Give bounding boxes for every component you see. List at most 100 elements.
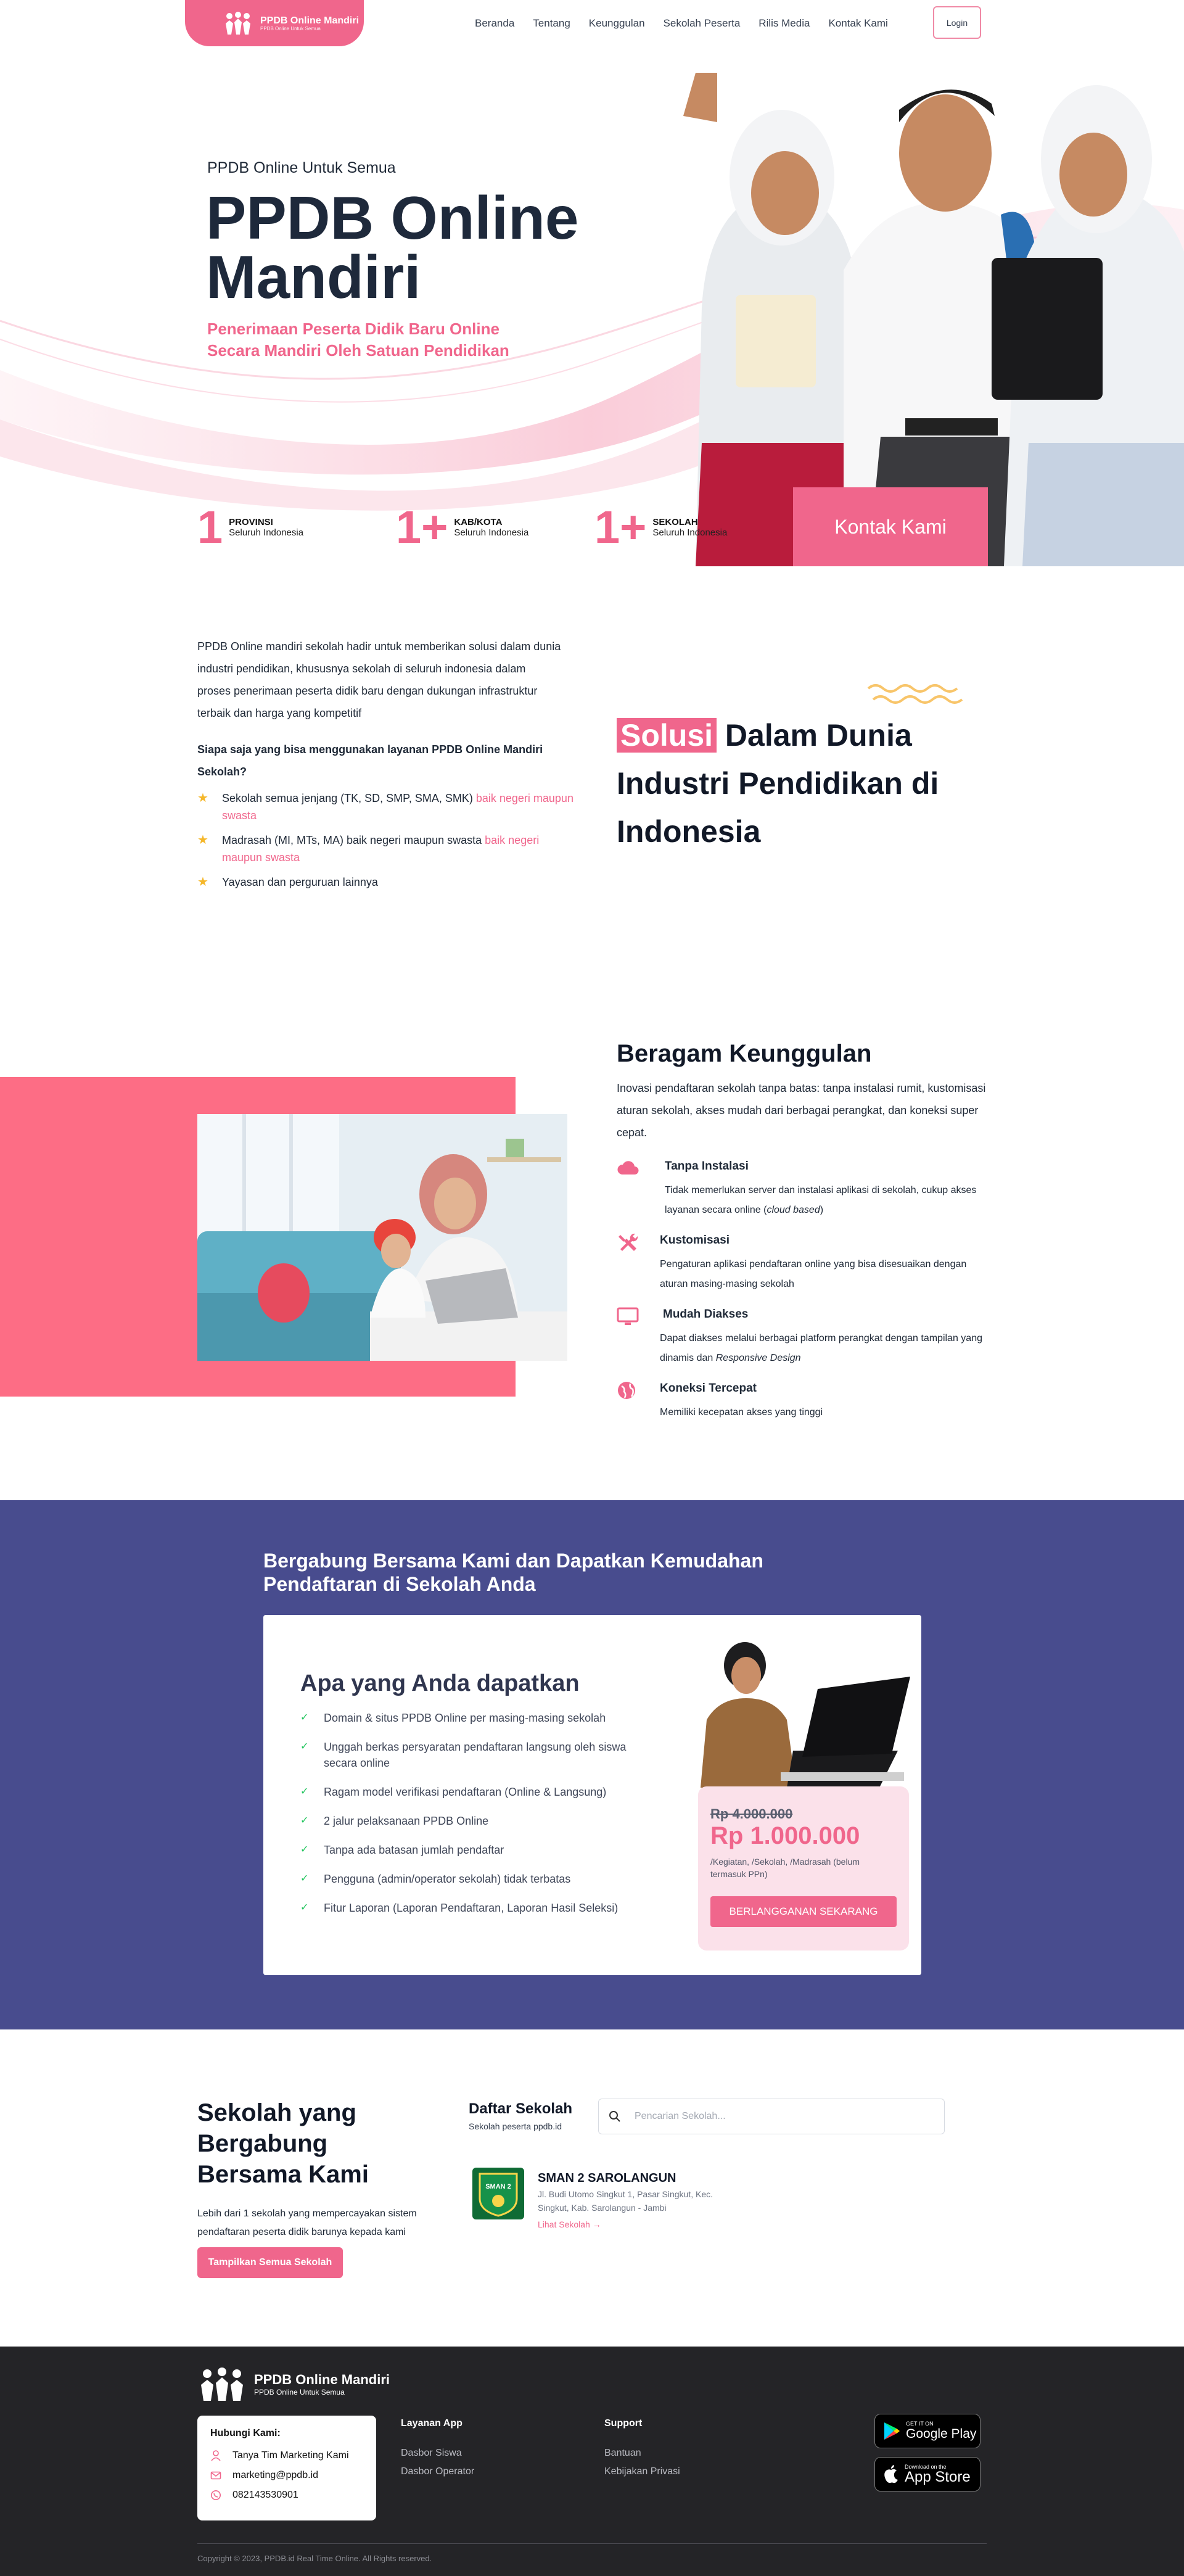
app-store-big-text: App Store [905,2469,971,2485]
cloud-icon [617,1161,639,1174]
star-icon: ★ [197,791,208,805]
contact-email-row[interactable]: marketing@ppdb.id [210,2470,318,2481]
mother-child-study-photo [197,1114,567,1361]
show-all-schools-button[interactable]: Tampilkan Semua Sekolah [197,2247,343,2278]
hero-title-line1: PPDB Online [206,184,579,252]
feature-description: Tidak memerlukan server dan instalasi ap… [665,1185,977,1215]
stat-sekolah: 1+ SEKOLAH Seluruh Indonesia [594,500,727,555]
list-item: ★ Yayasan dan perguruan lainnya [197,873,580,891]
list-item: ✓ Domain & situs PPDB Online per masing-m… [300,1710,646,1726]
price-new: Rp 1.000.000 [710,1822,860,1849]
google-play-big-text: Google Play [906,2427,977,2441]
keunggulan-description: Inovasi pendaftaran sekolah tanpa batas:… [617,1082,986,1139]
stat-sekolah-number: 1+ [594,502,647,553]
footer [0,2347,1184,2576]
stat-provinsi-sub: Seluruh Indonesia [229,527,304,538]
feature-description: Dapat diakses melalui berbagai platform … [660,1333,982,1363]
school-name: SMAN 2 SAROLANGUN [538,2171,676,2185]
benefit-text: Tanpa ada batasan jumlah pendaftar [324,1844,504,1856]
star-icon: ★ [197,833,208,847]
globe-icon [618,1382,635,1399]
footer-link-bantuan[interactable]: Bantuan [604,2448,641,2459]
kontak-kami-button[interactable]: Kontak Kami [793,487,988,566]
stat-provinsi: 1 PROVINSI Seluruh Indonesia [197,500,303,555]
main-nav: Beranda Tentang Keunggulan Sekolah Peser… [475,17,906,30]
who-item-text: Sekolah semua jenjang (TK, SD, SMP, SMA,… [222,792,476,804]
school-logo-text: SMAN 2 [485,2183,511,2190]
benefit-text: Fitur Laporan (Laporan Pendaftaran, Lapo… [324,1902,619,1914]
who-list: ★ Sekolah semua jenjang (TK, SD, SMP, SM… [197,790,580,898]
list-item: ✓ Pengguna (admin/operator sekolah) tidak… [300,1871,646,1887]
nav-link-sekolah-peserta[interactable]: Sekolah Peserta [664,17,741,30]
feature-koneksi-tercepat: Koneksi Tercepat Memiliki kecepatan akse… [617,1381,1011,1418]
nav-link-tentang[interactable]: Tentang [533,17,570,30]
sekolah-title: Sekolah yang Bergabung Bersama Kami [197,2099,369,2188]
keunggulan-title: Beragam Keunggulan [617,1040,872,1067]
benefits-list: ✓ Domain & situs PPDB Online per masing-m… [300,1710,646,1929]
footer-link-dasbor-siswa[interactable]: Dasbor Siswa [401,2448,462,2459]
user-icon [211,2450,221,2461]
list-item: ✓ Tanpa ada batasan jumlah pendaftar [300,1842,646,1858]
school-logo: SMAN 2 [472,2168,524,2219]
nav-logo[interactable]: PPDB Online Mandiri PPDB Online Untuk Se… [185,0,364,46]
benefit-text: Domain & situs PPDB Online per masing-ma… [324,1712,606,1724]
star-icon: ★ [197,875,208,889]
check-icon: ✓ [300,1873,309,1884]
who-item-text: Madrasah (MI, MTs, MA) baik negeri maupu… [222,834,485,846]
price-old: Rp 4.000.000 [710,1806,793,1822]
stat-kabkota-sub: Seluruh Indonesia [454,527,529,538]
mail-icon [210,2471,221,2480]
school-search-input[interactable] [635,2111,906,2122]
footer-logo[interactable]: PPDB Online Mandiri PPDB Online Untuk Se… [197,2366,390,2403]
nav-link-rilis-media[interactable]: Rilis Media [758,17,810,30]
footer-link-dasbor-operator[interactable]: Dasbor Operator [401,2466,474,2477]
contact-team-row[interactable]: Tanya Tim Marketing Kami [210,2450,349,2461]
nav-brand-name: PPDB Online Mandiri [260,15,360,26]
school-list-subtitle: Sekolah peserta ppdb.id [469,2121,562,2131]
footer-link-kebijakan-privasi[interactable]: Kebijakan Privasi [604,2466,680,2477]
check-icon: ✓ [300,1712,309,1723]
feature-title: Koneksi Tercepat [660,1382,757,1395]
stat-kabkota-label: KAB/KOTA [454,517,503,527]
google-play-badge[interactable]: GET IT ON Google Play [874,2414,980,2448]
stat-kabkota: 1+ KAB/KOTA Seluruh Indonesia [396,500,528,555]
check-icon: ✓ [300,1815,309,1826]
list-item: ★ Madrasah (MI, MTs, MA) baik negeri mau… [197,832,580,866]
feature-title: Tanpa Instalasi [665,1160,749,1173]
footer-divider [197,2543,987,2544]
stat-kabkota-number: 1+ [396,502,448,553]
benefit-text: 2 jalur pelaksanaan PPDB Online [324,1815,489,1827]
nav-link-kontak-kami[interactable]: Kontak Kami [828,17,887,30]
nav-link-keunggulan[interactable]: Keunggulan [589,17,645,30]
feature-description: Memiliki kecepatan akses yang tinggi [660,1407,823,1418]
tools-icon [619,1233,638,1251]
feature-tanpa-instalasi: Tanpa Instalasi Tidak memerlukan server … [617,1158,1011,1215]
check-icon: ✓ [300,1741,309,1752]
hero-title: PPDB Online Mandiri [206,188,638,307]
view-school-link[interactable]: Lihat Sekolah → [538,2219,601,2229]
benefit-text: Unggah berkas persyaratan pendaftaran la… [324,1741,627,1769]
kids-logo-icon [201,2368,243,2401]
contact-phone-row[interactable]: 082143530901 [210,2490,298,2501]
monitor-icon [617,1307,639,1325]
login-button[interactable]: Login [933,6,981,39]
subscribe-button[interactable]: BERLANGGANAN SEKARANG [710,1896,897,1927]
copyright: Copyright © 2023, PPDB.id Real Time Onli… [197,2554,432,2563]
check-icon: ✓ [300,1844,309,1855]
school-address: Jl. Budi Utomo Singkut 1, Pasar Singkut,… [538,2189,713,2213]
benefit-text: Pengguna (admin/operator sekolah) tidak … [324,1873,571,1885]
nav-link-beranda[interactable]: Beranda [475,17,514,30]
list-item: ✓ 2 jalur pelaksanaan PPDB Online [300,1813,646,1829]
stat-provinsi-number: 1 [197,502,223,553]
search-icon [609,2111,620,2122]
nav-brand-tagline: PPDB Online Untuk Semua [260,25,321,31]
stat-sekolah-sub: Seluruh Indonesia [652,527,728,538]
google-play-small-text: GET IT ON [906,2421,934,2427]
kids-logo-icon [226,11,250,35]
check-icon: ✓ [300,1786,309,1797]
solusi-title: Solusi Dalam Dunia Industri Pendidikan d… [617,711,987,856]
app-store-badge[interactable]: Download on the App Store [874,2457,980,2491]
feature-kustomisasi: Kustomisasi Pengaturan aplikasi pendafta… [617,1232,1011,1289]
sekolah-description: Lebih dari 1 sekolah yang mempercayakan … [197,2208,417,2237]
school-search [598,2099,945,2134]
